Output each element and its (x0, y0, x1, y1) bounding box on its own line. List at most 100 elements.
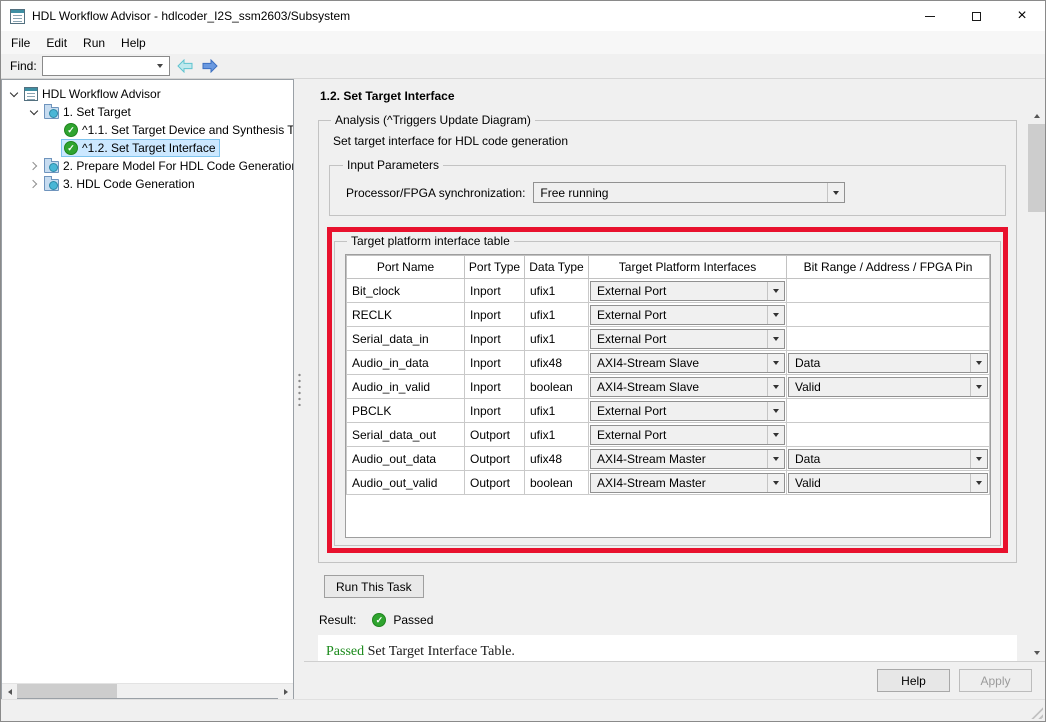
maximize-button[interactable] (953, 1, 999, 31)
scroll-down-button[interactable] (1028, 644, 1045, 661)
chevron-down-icon (767, 377, 784, 396)
target-platform-interface-dropdown[interactable]: External Port (590, 328, 785, 349)
hdl-workflow-advisor-window: HDL Workflow Advisor - hdlcoder_I2S_ssm2… (0, 0, 1046, 722)
interface-cell: AXI4-Stream Master (588, 446, 787, 471)
menu-run[interactable]: Run (75, 33, 113, 53)
find-input[interactable] (42, 57, 152, 75)
resize-grip[interactable] (1030, 706, 1043, 719)
combo-value: Data (795, 355, 821, 370)
menu-help[interactable]: Help (113, 33, 154, 53)
task-folder-icon (44, 158, 59, 173)
chevron-down-icon[interactable] (152, 57, 169, 75)
data-type-cell: ufix48 (524, 350, 589, 375)
menu-edit[interactable]: Edit (38, 33, 75, 53)
find-input-combo[interactable] (41, 56, 170, 76)
minimize-button[interactable] (907, 1, 953, 31)
chevron-expanded-icon[interactable] (7, 87, 21, 101)
target-platform-interface-dropdown[interactable]: AXI4-Stream Master (590, 472, 785, 493)
target-platform-interface-dropdown[interactable]: AXI4-Stream Master (590, 448, 785, 469)
bit-range-cell (786, 326, 990, 351)
scroll-up-button[interactable] (1028, 107, 1045, 124)
column-header: Port Name (346, 255, 465, 279)
target-platform-interface-dropdown[interactable]: AXI4-Stream Slave (590, 352, 785, 373)
scrollbar-thumb[interactable] (1028, 124, 1045, 212)
tree-node[interactable]: 1. Set Target (41, 103, 135, 121)
tree-item[interactable]: 3. HDL Code Generation (2, 175, 293, 193)
column-header: Port Type (464, 255, 525, 279)
target-platform-interface-dropdown[interactable]: External Port (590, 304, 785, 325)
table-row: Audio_in_data Inport ufix48 AXI4-Stream Sla… (346, 350, 990, 375)
bit-range-cell (786, 302, 990, 327)
result-message-box: Passed Set Target Interface Table. (318, 635, 1017, 661)
menu-file[interactable]: File (3, 33, 38, 53)
bit-range-dropdown[interactable]: Valid (788, 472, 988, 493)
panel-splitter[interactable] (294, 79, 304, 699)
processor-fpga-sync-dropdown[interactable]: Free running (533, 182, 846, 203)
task-tree: HDL Workflow Advisor 1. Set Target ✓ ^1.1. … (2, 80, 293, 683)
combo-value: External Port (597, 331, 667, 346)
port-name-cell: Audio_out_valid (346, 470, 465, 495)
combo-value: External Port (597, 283, 667, 298)
chevron-collapsed-icon[interactable] (27, 177, 41, 191)
tree-horizontal-scrollbar[interactable] (2, 683, 293, 699)
combo-value: AXI4-Stream Master (597, 451, 706, 466)
tree-node[interactable]: 3. HDL Code Generation (41, 175, 199, 193)
target-platform-interface-dropdown[interactable]: AXI4-Stream Slave (590, 376, 785, 397)
tree-node[interactable]: 2. Prepare Model For HDL Code Generation (41, 157, 293, 175)
interface-table-container: Port Name Port Type Data Type Target Platfo… (345, 254, 991, 538)
tree-item[interactable]: 1. Set Target (2, 103, 293, 121)
bit-range-dropdown[interactable]: Valid (788, 376, 988, 397)
chevron-down-icon (767, 281, 784, 300)
footer-button-bar: Help Apply (304, 661, 1045, 699)
sync-label: Processor/FPGA synchronization: (346, 185, 526, 200)
task-content-panel: 1.2. Set Target Interface Analysis (^Tri… (304, 79, 1028, 661)
tree-item[interactable]: 2. Prepare Model For HDL Code Generation (2, 157, 293, 175)
scroll-right-button[interactable] (278, 684, 293, 699)
vertical-scrollbar[interactable] (1028, 79, 1045, 661)
task-detail-panel: 1.2. Set Target Interface Analysis (^Tri… (304, 79, 1045, 699)
scrollbar-track[interactable] (1028, 212, 1045, 644)
target-platform-interface-dropdown[interactable]: External Port (590, 424, 785, 445)
tree-item[interactable]: ✓ ^1.1. Set Target Device and Synthesis T… (2, 121, 293, 139)
data-type-cell: ufix48 (524, 446, 589, 471)
main-area: HDL Workflow Advisor 1. Set Target ✓ ^1.1. … (1, 79, 1045, 699)
table-row: RECLK Inport ufix1 External Port (346, 302, 990, 327)
input-parameters-group: Input Parameters Processor/FPGA synchron… (329, 158, 1006, 216)
tree-item-label: 2. Prepare Model For HDL Code Generation (63, 159, 293, 173)
window-controls: × (907, 1, 1045, 31)
data-type-cell: ufix1 (524, 422, 589, 447)
target-platform-interface-dropdown[interactable]: External Port (590, 400, 785, 421)
port-type-cell: Outport (464, 422, 525, 447)
find-back-button[interactable] (175, 57, 195, 75)
bit-range-dropdown[interactable]: Data (788, 352, 988, 373)
bit-range-dropdown[interactable]: Data (788, 448, 988, 469)
chevron-down-icon (827, 183, 844, 202)
help-button[interactable]: Help (877, 669, 950, 692)
close-button[interactable]: × (999, 1, 1045, 31)
column-header: Target Platform Interfaces (588, 255, 787, 279)
tree-node[interactable]: HDL Workflow Advisor (21, 85, 165, 103)
bit-range-cell: Data (786, 350, 990, 375)
column-header: Data Type (524, 255, 589, 279)
scroll-left-button[interactable] (2, 684, 17, 699)
advisor-icon (24, 87, 38, 101)
chevron-down-icon (767, 473, 784, 492)
port-name-cell: PBCLK (346, 398, 465, 423)
chevron-down-icon (767, 329, 784, 348)
find-forward-button[interactable] (200, 57, 220, 75)
target-platform-interface-table: Port Name Port Type Data Type Target Platfo… (346, 255, 990, 495)
port-name-cell: Serial_data_out (346, 422, 465, 447)
run-this-task-button[interactable]: Run This Task (324, 575, 424, 598)
chevron-expanded-icon[interactable] (27, 105, 41, 119)
tree-item[interactable]: ✓ ^1.2. Set Target Interface (2, 139, 293, 157)
scrollbar-thumb[interactable] (17, 684, 117, 698)
tree-node[interactable]: ✓ ^1.1. Set Target Device and Synthesis T… (61, 121, 293, 139)
scrollbar-track[interactable] (117, 684, 278, 698)
port-type-cell: Inport (464, 278, 525, 303)
tree-item-label: ^1.2. Set Target Interface (82, 141, 216, 155)
findbar: Find: (1, 54, 1045, 79)
tree-item[interactable]: HDL Workflow Advisor (2, 85, 293, 103)
chevron-collapsed-icon[interactable] (27, 159, 41, 173)
target-platform-interface-dropdown[interactable]: External Port (590, 280, 785, 301)
tree-node[interactable]: ✓ ^1.2. Set Target Interface (61, 139, 220, 157)
